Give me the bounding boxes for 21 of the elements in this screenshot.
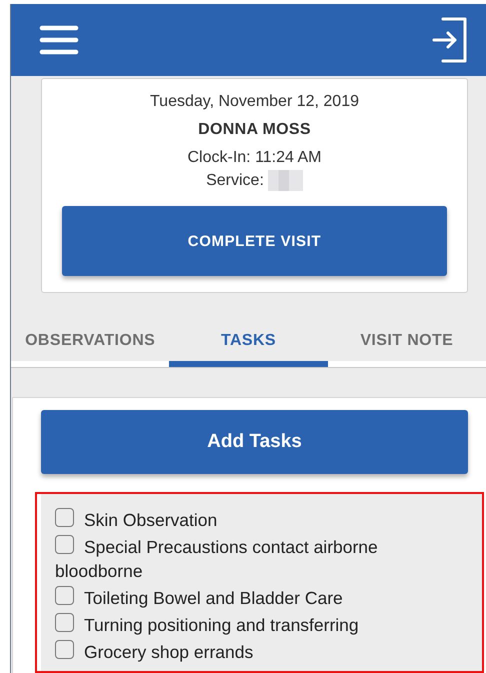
- menu-button[interactable]: [39, 24, 79, 56]
- task-item[interactable]: Special Precaustions contact airborne bloodborne: [55, 535, 470, 583]
- checkbox[interactable]: [55, 613, 74, 632]
- checkbox[interactable]: [55, 535, 74, 554]
- complete-visit-button[interactable]: COMPLETE VISIT: [62, 206, 447, 276]
- clock-in-time: Clock-In: 11:24 AM: [188, 149, 322, 167]
- tab[interactable]: OBSERVATIONS: [11, 321, 170, 367]
- logout-button[interactable]: [432, 17, 468, 63]
- checkbox[interactable]: [55, 508, 74, 527]
- add-tasks-button[interactable]: Add Tasks: [41, 410, 468, 474]
- checkbox[interactable]: [55, 586, 74, 605]
- client-name: DONNA MOSS: [198, 121, 311, 139]
- task-item[interactable]: Turning positioning and transferring: [55, 613, 470, 637]
- tab[interactable]: VISIT NOTE: [328, 321, 486, 367]
- task-item[interactable]: Grocery shop errands: [55, 640, 470, 664]
- service-label: Service:: [206, 172, 264, 190]
- visit-date: Tuesday, November 12, 2019: [150, 93, 359, 111]
- checkbox[interactable]: [55, 640, 74, 659]
- task-item[interactable]: Toileting Bowel and Bladder Care: [55, 586, 470, 610]
- task-item[interactable]: Skin Observation: [55, 508, 470, 532]
- tab[interactable]: TASKS: [169, 321, 328, 367]
